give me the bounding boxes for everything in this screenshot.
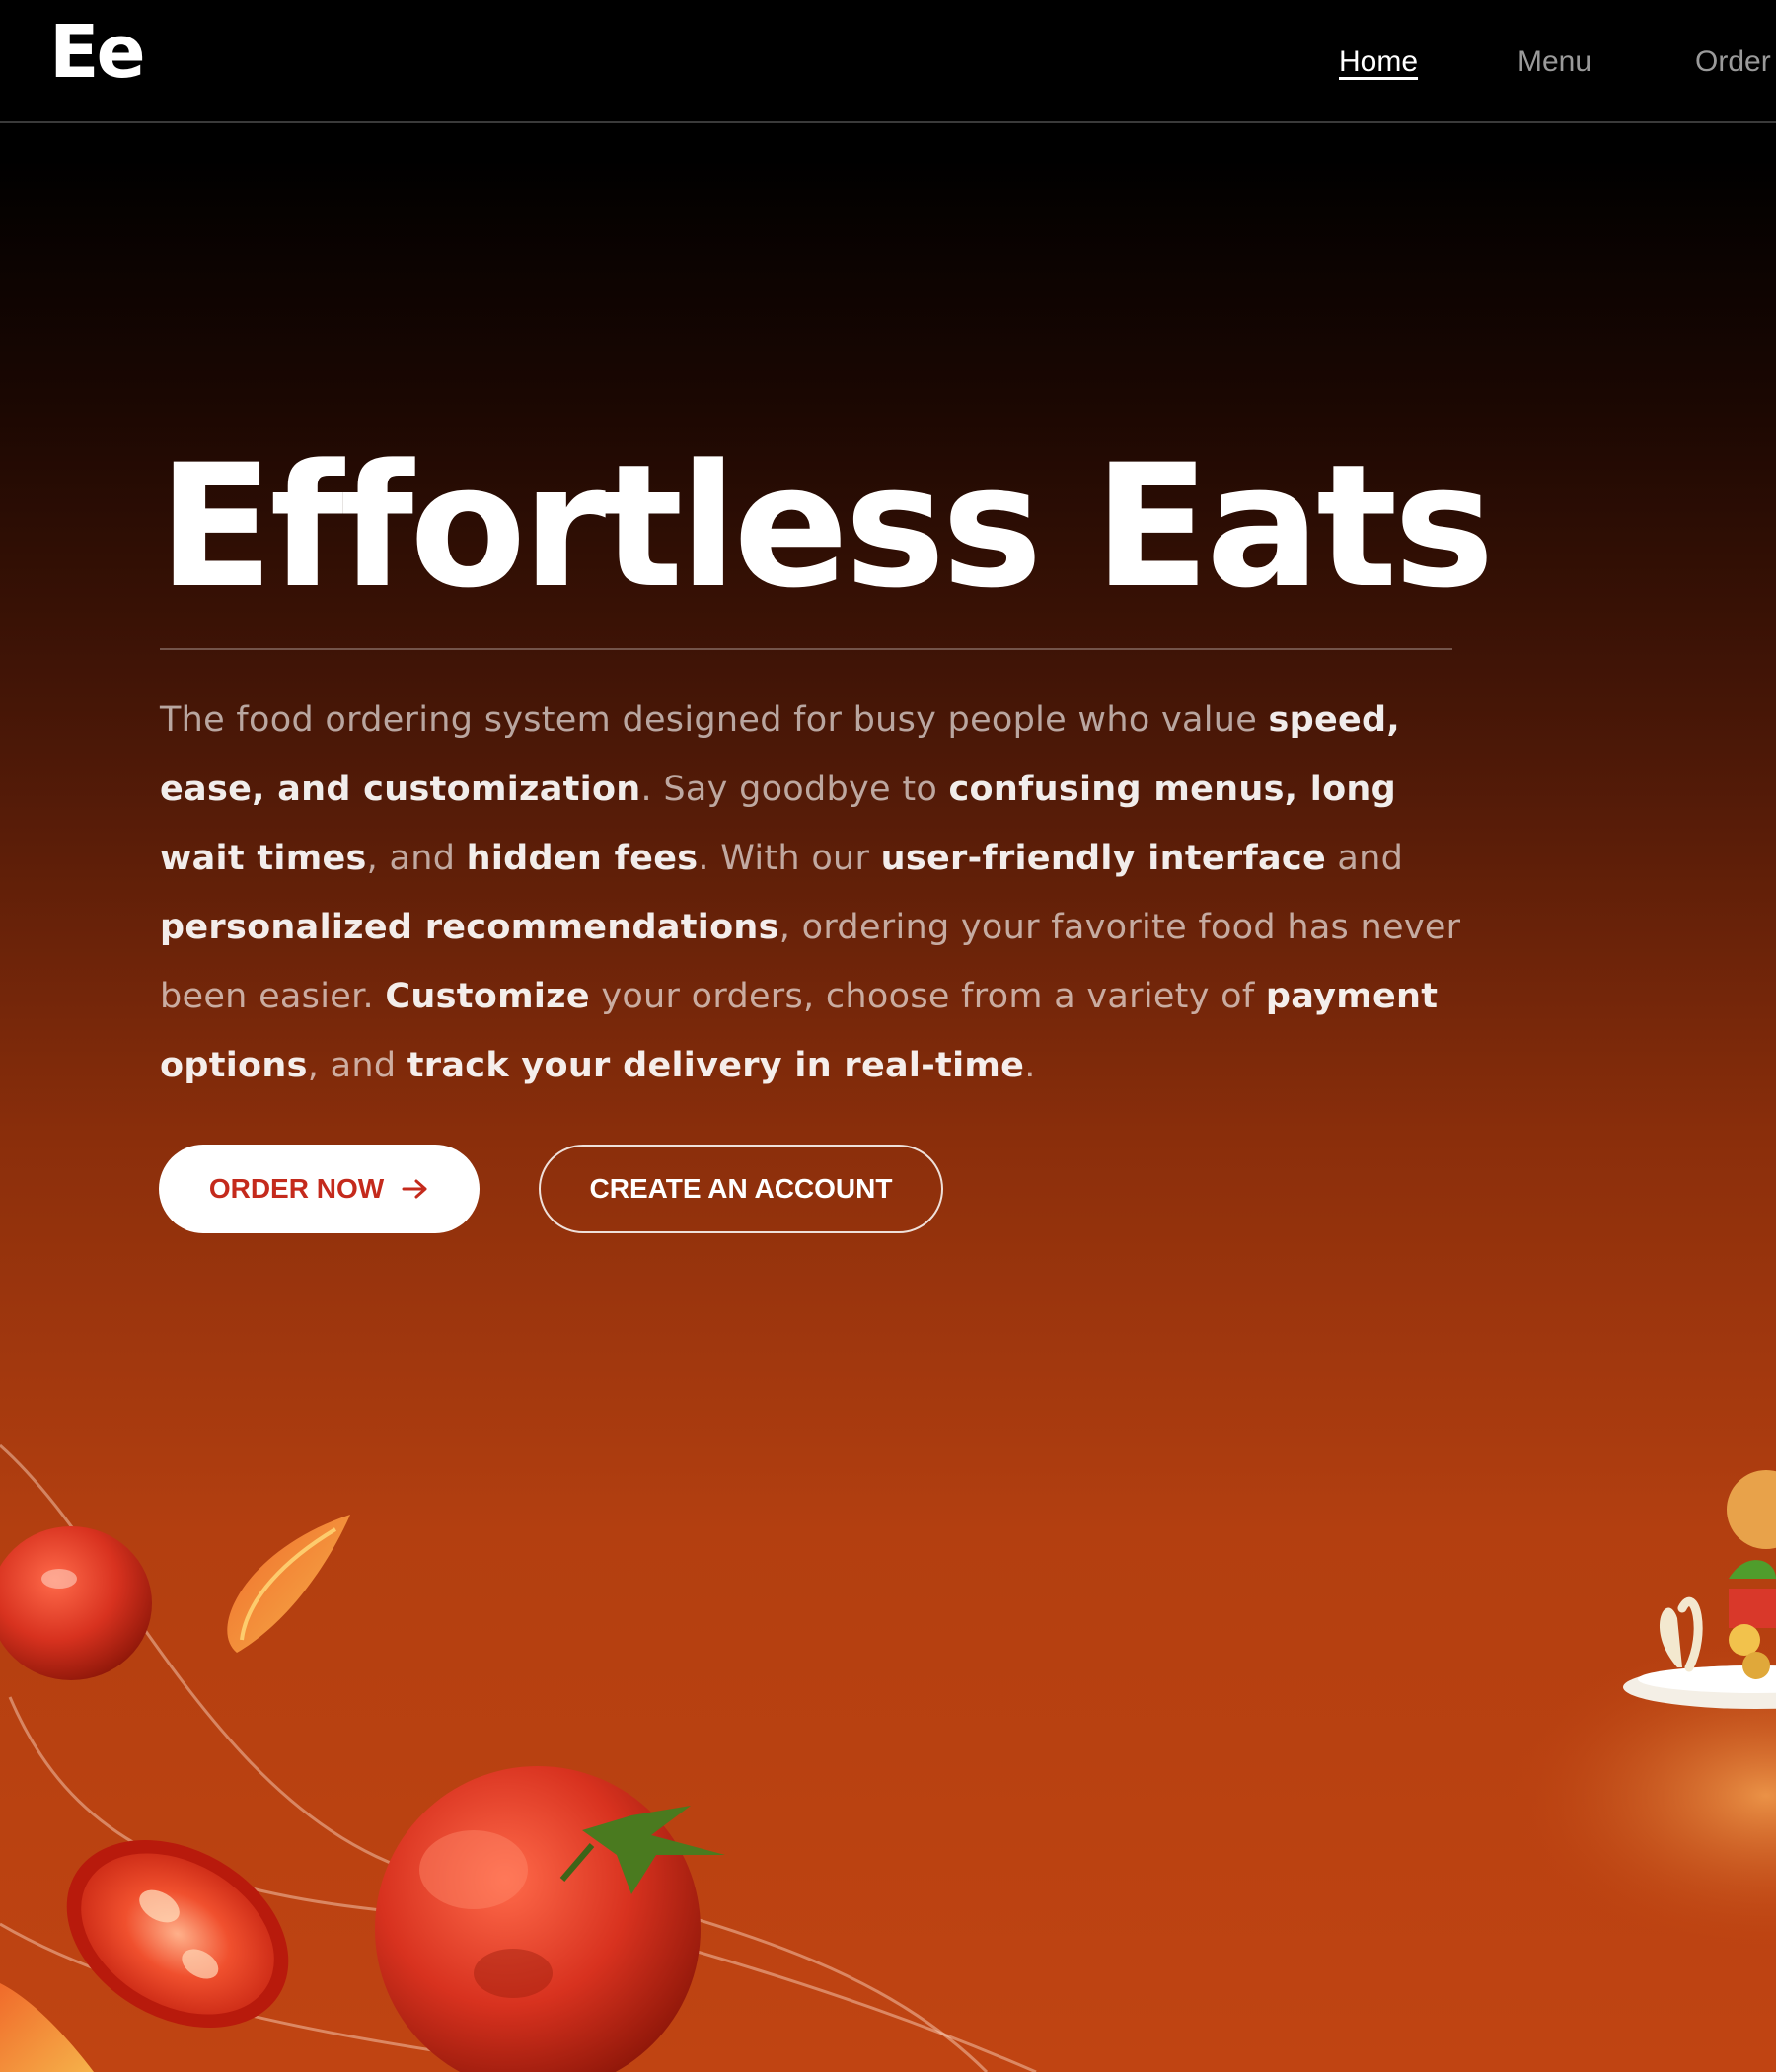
nav-link-home[interactable]: Home — [1339, 45, 1418, 79]
arrow-right-icon — [402, 1178, 429, 1200]
nav-link-order[interactable]: Order — [1695, 45, 1771, 79]
hero-description-text: , and — [307, 1046, 407, 1085]
hero-description: The food ordering system designed for bu… — [160, 686, 1472, 1100]
order-now-label: ORDER NOW — [208, 1173, 385, 1204]
pepper-slice-icon — [227, 1515, 350, 1653]
hero-description-text: . — [1024, 1046, 1036, 1085]
tomato-icon — [0, 1526, 152, 1680]
nav-link-menu[interactable]: Menu — [1517, 45, 1591, 79]
hero-description-highlight: hidden fees — [466, 839, 699, 878]
hero-title: Effortless Eats — [158, 427, 1495, 626]
food-illustration — [0, 1443, 1776, 2072]
hero-description-highlight: personalized recommendations — [160, 908, 779, 947]
hero-description-text: , and — [366, 839, 467, 878]
hero-description-highlight: track your delivery in real-time — [407, 1046, 1025, 1085]
hero-divider — [160, 648, 1452, 650]
large-tomato-icon — [375, 1766, 725, 2072]
hero-description-highlight: Customize — [385, 977, 590, 1016]
create-account-button[interactable]: CREATE AN ACCOUNT — [539, 1145, 943, 1233]
hero-description-text: . With our — [698, 839, 881, 878]
hero-description-highlight: user-friendly interface — [880, 839, 1326, 878]
order-now-button[interactable]: ORDER NOW — [159, 1145, 480, 1233]
hero-description-text: The food ordering system designed for bu… — [160, 701, 1269, 740]
main-nav: Home Menu Order — [0, 45, 1776, 85]
landing-page: Ee Home Menu Order Effortless Eats The f… — [0, 0, 1776, 2072]
hero-description-text: and — [1325, 839, 1404, 878]
burger-plate-icon — [1510, 1470, 1776, 1954]
tomato-slice-icon — [66, 1840, 289, 2028]
top-navigation-bar: Ee Home Menu Order — [0, 0, 1776, 123]
hero-description-text: your orders, choose from a variety of — [589, 977, 1266, 1016]
orange-peel-icon — [0, 1983, 94, 2072]
hero-description-text: . Say goodbye to — [640, 770, 949, 809]
